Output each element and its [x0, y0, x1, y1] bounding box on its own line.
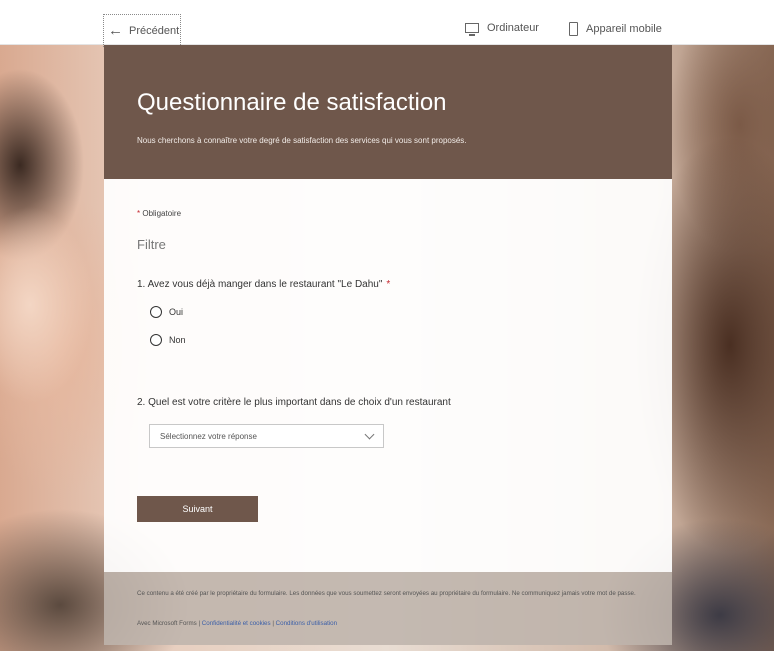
- question-1-required-star: *: [386, 279, 391, 290]
- answer-dropdown[interactable]: Sélectionnez votre réponse: [149, 424, 384, 448]
- section-title: Filtre: [137, 237, 166, 252]
- radio-option-oui[interactable]: Oui: [150, 306, 183, 318]
- phone-icon: [569, 22, 578, 36]
- footer-links: Avec Microsoft Forms | Confidentialité e…: [137, 620, 337, 627]
- form-header: Questionnaire de satisfaction Nous cherc…: [104, 45, 672, 179]
- powered-by-text: Avec Microsoft Forms: [137, 620, 197, 627]
- next-button[interactable]: Suivant: [137, 496, 258, 522]
- arrow-left-icon: ←: [108, 22, 123, 39]
- chevron-down-icon: [364, 429, 375, 439]
- footer-separator: |: [272, 620, 274, 627]
- top-bar: ← Précédent Ordinateur Appareil mobile: [0, 0, 774, 47]
- view-desktop-button[interactable]: Ordinateur: [465, 22, 539, 36]
- radio-circle[interactable]: [150, 306, 162, 318]
- required-star: *: [137, 209, 141, 218]
- required-note-label: Obligatoire: [142, 209, 182, 218]
- view-mobile-button[interactable]: Appareil mobile: [569, 22, 662, 36]
- radio-option-label: Oui: [169, 307, 184, 317]
- form-card: Questionnaire de satisfaction Nous cherc…: [104, 45, 672, 645]
- monitor-icon: [465, 23, 479, 36]
- view-mobile-label: Appareil mobile: [586, 23, 662, 35]
- form-footer: Ce contenu a été créé par le propriétair…: [104, 572, 672, 645]
- privacy-link[interactable]: Confidentialité et cookies: [202, 620, 271, 627]
- question-1-label: 1. Avez vous déjà manger dans le restaur…: [137, 279, 383, 290]
- dropdown-placeholder: Sélectionnez votre réponse: [160, 431, 257, 441]
- footer-disclaimer: Ce contenu a été créé par le propriétair…: [137, 590, 636, 597]
- question-1: 1. Avez vous déjà manger dans le restaur…: [137, 279, 390, 290]
- footer-separator: |: [198, 620, 201, 627]
- question-2-label: 2. Quel est votre critère le plus import…: [137, 397, 451, 408]
- terms-link[interactable]: Conditions d'utilisation: [276, 620, 337, 627]
- form-body: * Obligatoire Filtre 1. Avez vous déjà m…: [104, 179, 672, 572]
- required-note: * Obligatoire: [137, 209, 181, 218]
- radio-option-label: Non: [169, 335, 186, 345]
- view-desktop-label: Ordinateur: [487, 22, 539, 34]
- form-title: Questionnaire de satisfaction: [137, 89, 447, 116]
- form-subtitle: Nous cherchons à connaître votre degré d…: [137, 136, 467, 145]
- back-button[interactable]: ← Précédent: [103, 14, 181, 47]
- radio-circle[interactable]: [150, 334, 162, 346]
- back-label: Précédent: [129, 24, 180, 37]
- radio-option-non[interactable]: Non: [150, 334, 186, 346]
